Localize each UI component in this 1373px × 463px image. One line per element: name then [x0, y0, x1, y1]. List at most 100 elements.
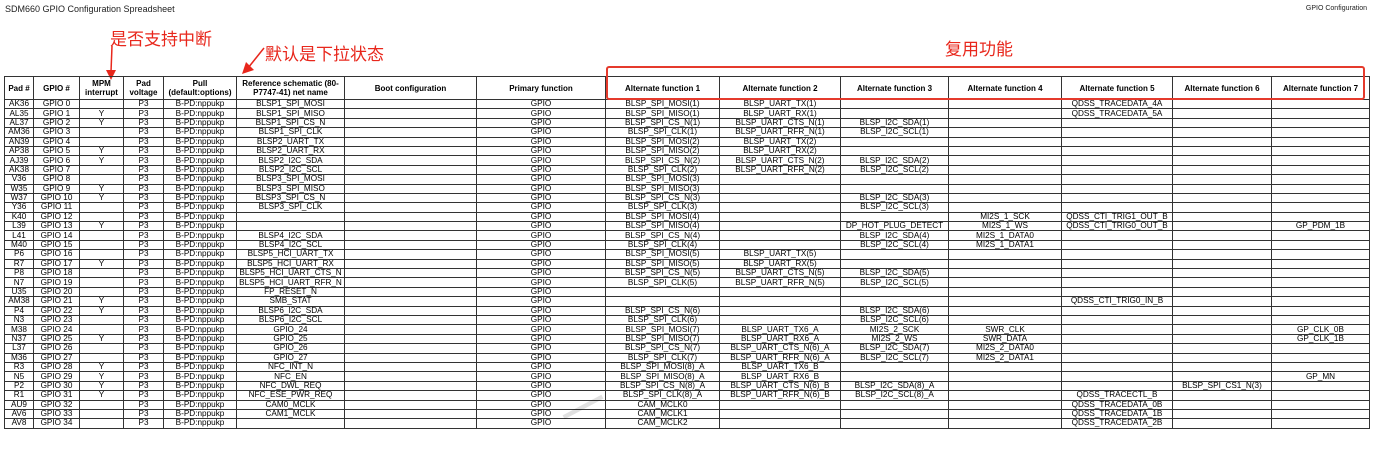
- table-cell: GPIO 23: [33, 314, 80, 326]
- gpio-config-table: Pad # GPIO # MPM interrupt Pad voltage Pull …: [4, 76, 1370, 429]
- table-cell: B-PD:nppukp: [163, 324, 237, 335]
- table-cell: SMB_STAT: [236, 296, 345, 307]
- table-cell: [344, 145, 477, 157]
- table-cell: MI2S_2_DATA1: [948, 352, 1062, 363]
- table-cell: [948, 314, 1062, 326]
- table-cell: Y36: [4, 202, 34, 213]
- table-cell: [1271, 268, 1370, 279]
- table-cell: M36: [4, 352, 34, 363]
- table-cell: GPIO: [476, 418, 606, 429]
- table-cell: [1172, 183, 1272, 194]
- table-cell: [1271, 305, 1370, 317]
- table-cell: [1061, 371, 1173, 382]
- table-row: AK38 GPIO 7 P3 B-PD:nppukp BLSP2_I2C_SCL GPIO…: [4, 164, 1370, 176]
- table-cell: [948, 202, 1062, 213]
- table-cell: AJ39: [4, 155, 34, 166]
- table-cell: BLSP_SPI_MISO(4): [605, 221, 720, 232]
- table-cell: GPIO: [476, 183, 606, 194]
- table-cell: [344, 380, 477, 392]
- table-cell: GPIO 30: [33, 380, 80, 392]
- table-cell: GPIO_27: [236, 352, 345, 363]
- table-cell: P8: [4, 268, 34, 279]
- table-cell: QDSS_TRACEDATA_0B: [1061, 399, 1173, 410]
- table-cell: P3: [123, 98, 164, 110]
- table-cell: P3: [123, 268, 164, 279]
- table-cell: [605, 286, 720, 298]
- table-row: AV6 GPIO 33 P3 B-PD:nppukp CAM1_MCLK GPIO CAM_…: [4, 408, 1370, 420]
- table-cell: [948, 108, 1062, 119]
- table-row: AJ39 GPIO 6 Y P3 B-PD:nppukp BLSP2_I2C_SDA GPI…: [4, 155, 1370, 166]
- table-cell: Y: [79, 361, 124, 373]
- table-cell: GPIO: [476, 164, 606, 176]
- table-cell: P3: [123, 277, 164, 288]
- table-cell: AV6: [4, 408, 34, 420]
- table-cell: BLSP_I2C_SCL(8)_A: [840, 390, 949, 401]
- table-cell: [948, 399, 1062, 410]
- table-cell: [719, 174, 841, 185]
- table-row: AU9 GPIO 32 P3 B-PD:nppukp CAM0_MCLK GPIO CAM_…: [4, 399, 1370, 410]
- table-cell: BLSP_SPI_CS_N(5): [605, 268, 720, 279]
- table-cell: [1061, 343, 1173, 354]
- table-cell: [1061, 305, 1173, 317]
- table-cell: GPIO: [476, 239, 606, 251]
- table-cell: P3: [123, 380, 164, 392]
- table-cell: [840, 183, 949, 194]
- table-row: R3 GPIO 28 Y P3 B-PD:nppukp NFC_INT_N GPIO BLSP…: [4, 361, 1370, 373]
- table-cell: BLSP_SPI_MOSI(5): [605, 249, 720, 260]
- table-cell: BLSP_UART_RX6_B: [719, 371, 841, 382]
- table-cell: BLSP_UART_TX(1): [719, 98, 841, 110]
- table-cell: [344, 371, 477, 382]
- table-cell: AK36: [4, 98, 34, 110]
- table-cell: [1061, 314, 1173, 326]
- table-cell: BLSP1_SPI_MOSI: [236, 98, 345, 110]
- table-cell: QDSS_TRACEDATA_5A: [1061, 108, 1173, 119]
- table-cell: [1061, 164, 1173, 176]
- table-cell: GPIO: [476, 155, 606, 166]
- table-cell: AU9: [4, 399, 34, 410]
- table-cell: [1061, 239, 1173, 251]
- table-cell: GPIO: [476, 221, 606, 232]
- table-cell: BLSP6_I2C_SDA: [236, 305, 345, 317]
- table-cell: [344, 202, 477, 213]
- table-cell: [1172, 408, 1272, 420]
- table-cell: [948, 145, 1062, 157]
- table-cell: B-PD:nppukp: [163, 352, 237, 363]
- table-cell: BLSP_SPI_CS_N(6): [605, 305, 720, 317]
- table-cell: BLSP_UART_TX(5): [719, 249, 841, 260]
- table-cell: BLSP_SPI_CS_N(3): [605, 192, 720, 204]
- table-cell: QDSS_CTI_TRIG0_IN_B: [1061, 296, 1173, 307]
- table-cell: GPIO 28: [33, 361, 80, 373]
- table-cell: [1172, 296, 1272, 307]
- table-cell: [948, 98, 1062, 110]
- table-cell: [1271, 230, 1370, 241]
- table-cell: [1271, 296, 1370, 307]
- table-cell: [1061, 230, 1173, 241]
- table-cell: BLSP_SPI_MISO(7): [605, 333, 720, 345]
- table-cell: [1172, 249, 1272, 260]
- table-cell: GPIO: [476, 371, 606, 382]
- table-cell: BLSP_I2C_SCL(4): [840, 239, 949, 251]
- table-cell: [719, 192, 841, 204]
- table-cell: GP_PDM_1B: [1271, 221, 1370, 232]
- table-cell: [1271, 258, 1370, 270]
- table-cell: BLSP2_I2C_SDA: [236, 155, 345, 166]
- table-cell: BLSP5_HCI_UART_CTS_N: [236, 268, 345, 279]
- table-cell: Y: [79, 380, 124, 392]
- table-cell: AN39: [4, 136, 34, 147]
- table-cell: BLSP_UART_TX(2): [719, 136, 841, 147]
- table-cell: [1271, 183, 1370, 194]
- table-cell: Y: [79, 390, 124, 401]
- table-cell: [344, 258, 477, 270]
- table-cell: P3: [123, 258, 164, 270]
- table-cell: [1271, 136, 1370, 147]
- table-cell: BLSP_I2C_SCL(7): [840, 352, 949, 363]
- table-cell: [344, 183, 477, 194]
- table-cell: [1061, 286, 1173, 298]
- table-cell: BLSP_UART_RFR_N(2): [719, 164, 841, 176]
- column-header: Alternate function 2: [719, 76, 841, 100]
- table-cell: BLSP_SPI_MISO(8)_A: [605, 371, 720, 382]
- table-cell: Y: [79, 192, 124, 204]
- table-cell: [1271, 408, 1370, 420]
- table-cell: [1172, 155, 1272, 166]
- table-cell: SWR_CLK: [948, 324, 1062, 335]
